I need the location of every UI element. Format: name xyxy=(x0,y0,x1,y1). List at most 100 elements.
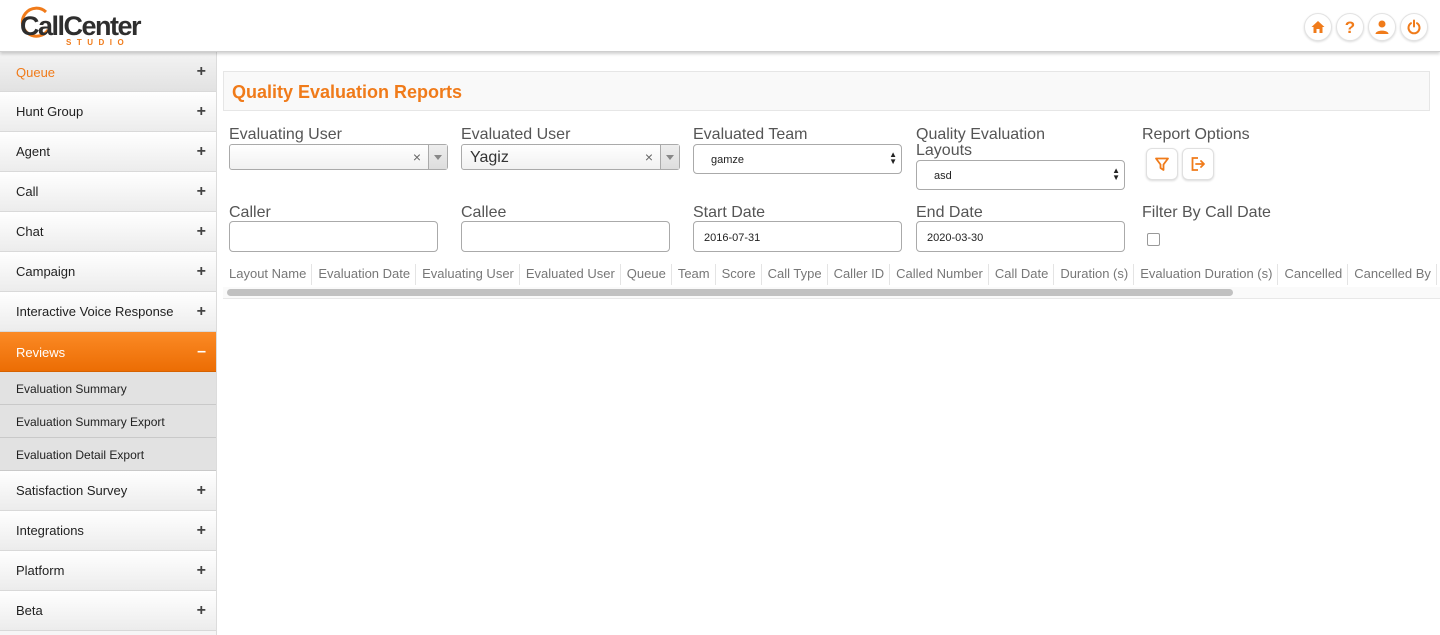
sidebar-item-label: Agent xyxy=(16,144,50,159)
sidebar-item-integrations[interactable]: Integrations + xyxy=(0,511,216,551)
help-icon: ? xyxy=(1344,17,1356,37)
sidebar-item-campaign[interactable]: Campaign + xyxy=(0,252,216,292)
expand-icon: + xyxy=(196,482,206,499)
layouts-value: asd xyxy=(934,170,952,182)
sidebar-subitem-evaluation-summary-export[interactable]: Evaluation Summary Export xyxy=(0,405,216,438)
callcenter-logo[interactable]: CallCenter STUDIO xyxy=(18,4,148,50)
column-header[interactable]: Called Number xyxy=(890,264,989,285)
column-header[interactable]: Duration (s) xyxy=(1054,264,1135,285)
scrollbar-thumb[interactable] xyxy=(227,289,1233,296)
end-date-value: 2020-03-30 xyxy=(927,232,984,244)
sidebar-subitem-evaluation-summary[interactable]: Evaluation Summary xyxy=(0,372,216,405)
sidebar-item-hunt-group[interactable]: Hunt Group + xyxy=(0,92,216,132)
sidebar-item-label: Hunt Group xyxy=(16,104,84,119)
sidebar-item-label: Platform xyxy=(16,563,65,578)
column-header[interactable]: Cancelled By xyxy=(1348,264,1437,285)
caller-input[interactable] xyxy=(229,221,438,252)
sidebar-subitem-label: Evaluation Summary xyxy=(16,382,127,396)
evaluating-user-label: Evaluating User xyxy=(229,126,342,143)
sidebar-item-label: Call xyxy=(16,184,39,199)
user-button[interactable] xyxy=(1368,13,1396,41)
column-header[interactable]: Caller ID xyxy=(828,264,891,285)
top-header: CallCenter STUDIO ? xyxy=(0,0,1440,52)
sidebar-item-chat[interactable]: Chat + xyxy=(0,212,216,252)
page-title: Quality Evaluation Reports xyxy=(232,82,463,102)
sidebar-item-satisfaction-survey[interactable]: Satisfaction Survey + xyxy=(0,471,216,511)
report-table-header: Layout Name Evaluation Date Evaluating Use… xyxy=(223,264,1440,285)
column-header[interactable]: Call Type xyxy=(762,264,828,285)
page-title-bar: Quality Evaluation Reports xyxy=(223,71,1430,111)
sidebar-subitem-evaluation-detail-export[interactable]: Evaluation Detail Export xyxy=(0,438,216,471)
sidebar-item-label: Satisfaction Survey xyxy=(16,483,128,498)
column-header[interactable]: Score xyxy=(716,264,762,285)
home-button[interactable] xyxy=(1304,13,1332,41)
sidebar-item-agent[interactable]: Agent + xyxy=(0,132,216,172)
start-date-input[interactable]: 2016-07-31 xyxy=(693,221,902,252)
filter-by-call-date-label: Filter By Call Date xyxy=(1142,204,1271,221)
logo-subtext: STUDIO xyxy=(66,38,130,47)
home-icon xyxy=(1311,21,1325,33)
column-header[interactable]: Cancelled xyxy=(1278,264,1349,285)
evaluated-team-select[interactable]: gamze ▲ ▼ xyxy=(693,144,902,174)
clear-icon[interactable]: × xyxy=(413,149,421,165)
layouts-select[interactable]: asd ▲ ▼ xyxy=(916,160,1125,190)
evaluating-user-select[interactable]: × xyxy=(229,144,448,170)
dropdown-arrow-icon[interactable] xyxy=(660,145,679,169)
sidebar-item-label: Beta xyxy=(16,603,43,618)
sidebar-item-label: Chat xyxy=(16,224,44,239)
export-button[interactable] xyxy=(1182,148,1214,180)
collapse-icon: – xyxy=(197,343,206,360)
expand-icon: + xyxy=(196,263,206,280)
dropdown-arrow-icon[interactable] xyxy=(428,145,447,169)
layouts-label-line1: Quality Evaluation xyxy=(916,126,1045,143)
layouts-label-line2: Layouts xyxy=(916,142,973,159)
callee-input[interactable] xyxy=(461,221,670,252)
export-icon xyxy=(1191,157,1205,171)
sidebar-item-queue[interactable]: Queue + xyxy=(0,52,216,92)
expand-icon: + xyxy=(196,562,206,579)
filter-button[interactable] xyxy=(1146,148,1178,180)
sidebar-item-ivr[interactable]: Interactive Voice Response + xyxy=(0,292,216,332)
column-header[interactable]: Evaluating User xyxy=(416,264,520,285)
select-arrows-icon: ▲ ▼ xyxy=(1112,166,1120,182)
filter-by-call-date-checkbox[interactable] xyxy=(1147,233,1160,246)
expand-icon: + xyxy=(196,103,206,120)
logout-button[interactable] xyxy=(1400,13,1428,41)
end-date-label: End Date xyxy=(916,204,983,221)
evaluated-team-label: Evaluated Team xyxy=(693,126,808,143)
start-date-label: Start Date xyxy=(693,204,766,221)
select-arrows-icon: ▲ ▼ xyxy=(889,150,897,166)
report-options-label: Report Options xyxy=(1142,126,1250,143)
start-date-value: 2016-07-31 xyxy=(704,232,761,244)
header-actions: ? xyxy=(1304,13,1428,41)
expand-icon: + xyxy=(196,143,206,160)
sidebar-item-call[interactable]: Call + xyxy=(0,172,216,212)
sidebar-item-label: Reviews xyxy=(16,345,66,360)
column-header[interactable]: Layout Name xyxy=(223,264,313,285)
sidebar-item-label: Queue xyxy=(16,65,56,80)
user-icon xyxy=(1375,20,1389,34)
clear-icon[interactable]: × xyxy=(645,149,653,165)
expand-icon: + xyxy=(196,223,206,240)
sidebar-item-beta[interactable]: Beta + xyxy=(0,591,216,631)
column-header[interactable]: Team xyxy=(672,264,716,285)
sidebar-item-label: Interactive Voice Response xyxy=(16,304,174,319)
sidebar: Queue + Hunt Group + Agent + Call + Chat… xyxy=(0,52,217,635)
column-header[interactable]: Queue xyxy=(621,264,672,285)
sidebar-item-platform[interactable]: Platform + xyxy=(0,551,216,591)
evaluated-user-label: Evaluated User xyxy=(461,126,571,143)
filter-icon xyxy=(1155,157,1169,171)
expand-icon: + xyxy=(196,303,206,320)
column-header[interactable]: Call Date xyxy=(989,264,1055,285)
column-header[interactable]: Evaluation Date xyxy=(312,264,417,285)
evaluated-user-value: Yagiz xyxy=(470,149,509,166)
end-date-input[interactable]: 2020-03-30 xyxy=(916,221,1125,252)
caller-label: Caller xyxy=(229,204,271,221)
column-header[interactable]: Evaluated User xyxy=(520,264,621,285)
sidebar-item-reviews[interactable]: Reviews – xyxy=(0,332,216,372)
table-horizontal-scrollbar[interactable] xyxy=(223,287,1440,299)
help-button[interactable]: ? xyxy=(1336,13,1364,41)
column-header[interactable]: Evaluation Duration (s) xyxy=(1134,264,1279,285)
sidebar-item-label: Campaign xyxy=(16,264,76,279)
evaluated-user-select[interactable]: Yagiz × xyxy=(461,144,680,170)
